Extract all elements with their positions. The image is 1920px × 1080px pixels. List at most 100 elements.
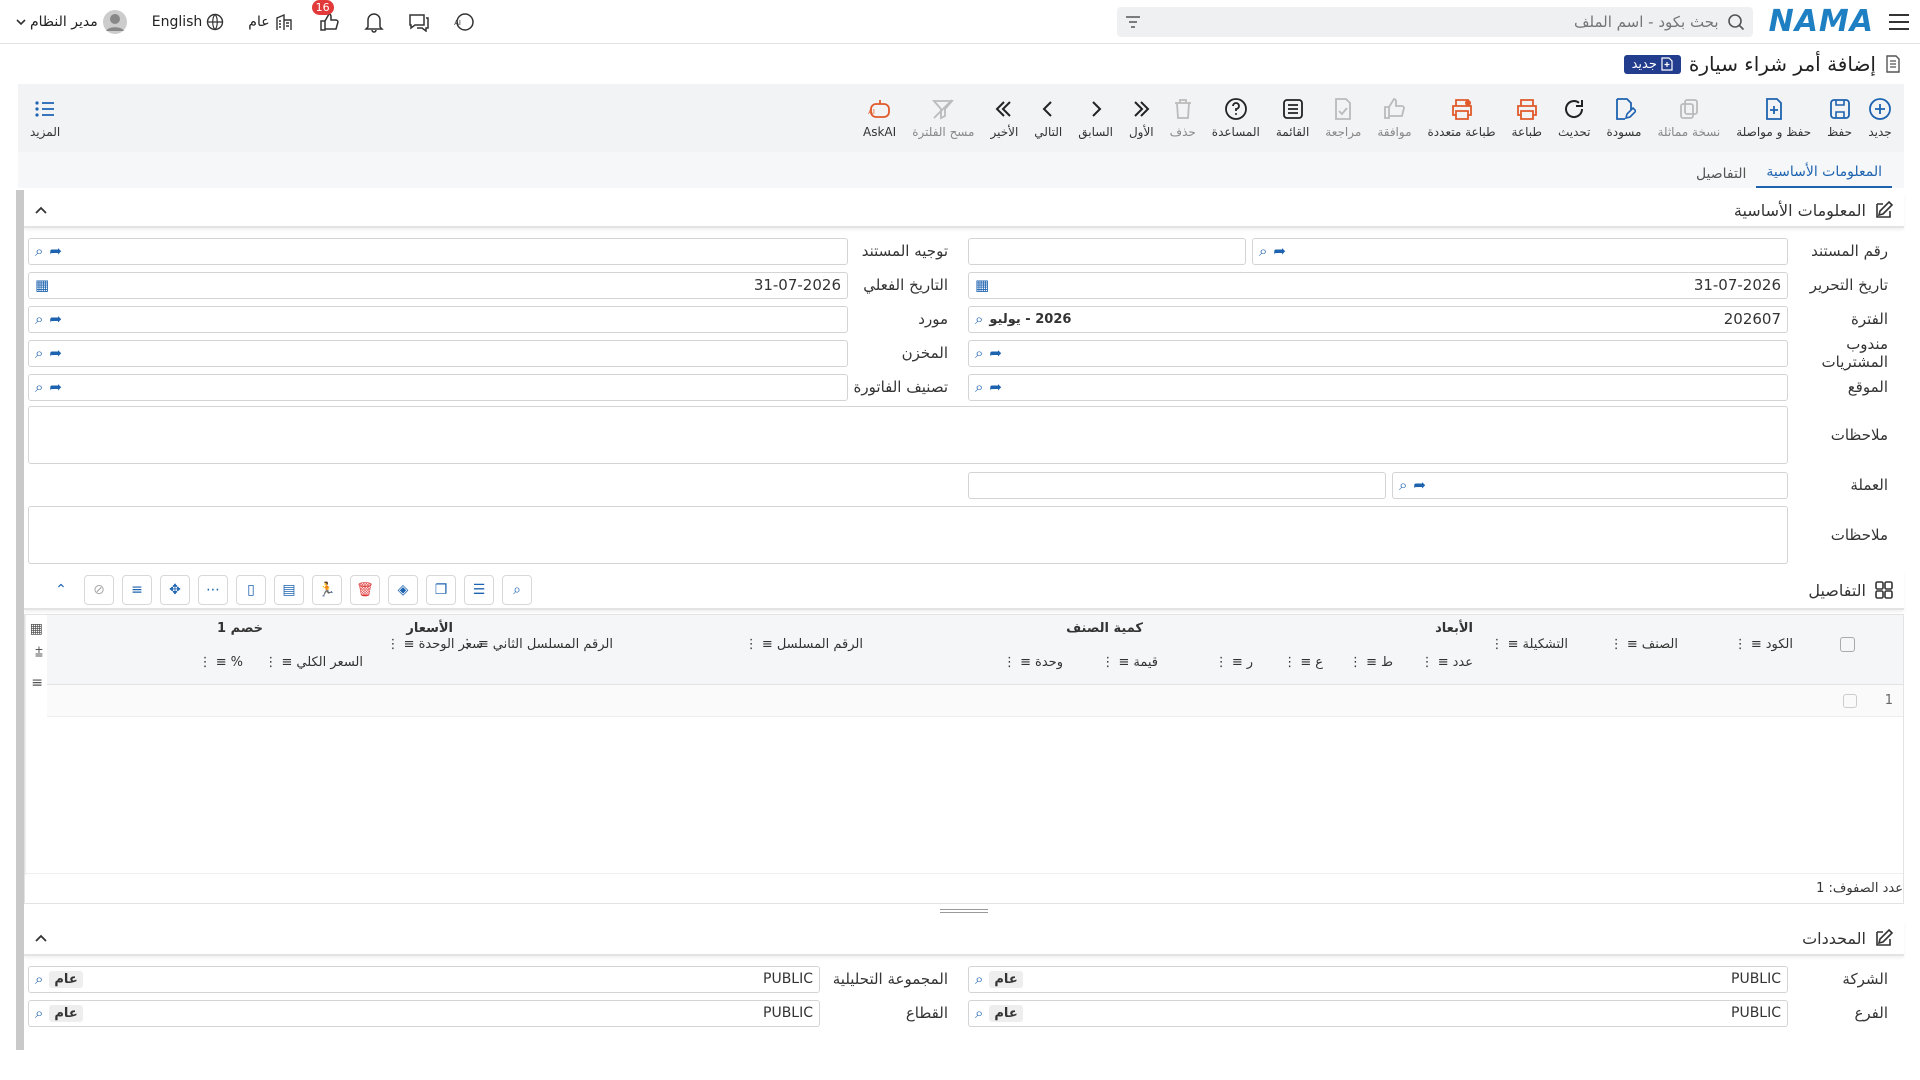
table-row[interactable]: 1: [47, 685, 1903, 717]
col-pct[interactable]: % ≡ ⋮: [199, 655, 243, 670]
supplier-field[interactable]: ➦ ⌕: [28, 305, 848, 333]
share-icon[interactable]: ➦: [1273, 242, 1286, 260]
col-serial[interactable]: الرقم المسلسل ≡ ⋮: [745, 637, 863, 652]
next-button[interactable]: التالي: [1026, 84, 1070, 152]
delete-row-icon[interactable]: 🗑: [350, 575, 380, 605]
share-icon[interactable]: ➦: [49, 310, 62, 328]
refresh-button[interactable]: تحديث: [1550, 84, 1599, 152]
ai-icon[interactable]: AI: [454, 11, 476, 33]
last-button[interactable]: الأخير: [982, 84, 1026, 152]
lookup-icon[interactable]: ⌕: [35, 344, 43, 362]
lookup-icon[interactable]: ⌕: [35, 242, 43, 260]
lookup-icon[interactable]: ⌕: [975, 344, 983, 362]
col-item[interactable]: الصنف ≡ ⋮: [1610, 637, 1678, 652]
lookup-icon[interactable]: ⌕: [975, 970, 983, 988]
language-selector[interactable]: English: [152, 13, 225, 31]
search-rows-icon[interactable]: ⌕: [502, 575, 532, 605]
search-icon[interactable]: [1727, 13, 1745, 31]
row-checkbox[interactable]: [1843, 694, 1857, 708]
tab-basic-info[interactable]: المعلومات الأساسية: [1756, 158, 1892, 188]
sector-field[interactable]: PUBLIC عام ⌕: [28, 999, 820, 1027]
move-icon[interactable]: ✥: [160, 575, 190, 605]
currency-field[interactable]: ➦ ⌕: [1392, 471, 1788, 499]
lookup-icon[interactable]: ⌕: [1259, 242, 1267, 260]
actual-date-field[interactable]: 31-07-2026 ▦: [28, 271, 848, 299]
edit-date-field[interactable]: 31-07-2026 ▦: [968, 271, 1788, 299]
search-input[interactable]: [1148, 12, 1719, 31]
columns-icon[interactable]: ▯: [236, 575, 266, 605]
duplicate-button[interactable]: نسخة مماثلة: [1649, 84, 1728, 152]
doc-no-field[interactable]: ➦ ⌕: [1252, 237, 1788, 265]
grid-menu-icon[interactable]: ≡: [26, 663, 47, 703]
branch-field[interactable]: PUBLIC عام ⌕: [968, 999, 1788, 1027]
table-icon[interactable]: ▤: [274, 575, 304, 605]
doc-direction-field[interactable]: ➦ ⌕: [28, 237, 848, 265]
askai-button[interactable]: AI AskAI: [855, 84, 904, 152]
grid-settings-icon[interactable]: ▦: [26, 615, 47, 643]
more-button[interactable]: المزيد: [22, 84, 68, 152]
share-icon[interactable]: ➦: [989, 344, 1002, 362]
approvals-icon[interactable]: 16: [311, 0, 340, 32]
list-button[interactable]: القائمة: [1268, 84, 1317, 152]
draft-button[interactable]: مسودة: [1598, 84, 1649, 152]
delete-button[interactable]: حذف: [1162, 84, 1204, 152]
chat-icon[interactable]: [408, 12, 430, 32]
notes-textarea[interactable]: [28, 406, 1788, 464]
share-icon[interactable]: ➦: [1413, 476, 1426, 494]
lookup-icon[interactable]: ⌕: [35, 1004, 43, 1022]
calendar-icon[interactable]: ▦: [35, 276, 49, 294]
currency-extra-field[interactable]: [968, 471, 1386, 499]
lookup-icon[interactable]: ⌕: [975, 1004, 983, 1022]
layers-icon[interactable]: ◈: [388, 575, 418, 605]
dots-icon[interactable]: ⋯: [198, 575, 228, 605]
left-scrollbar[interactable]: [16, 190, 24, 1050]
col-width[interactable]: ع ≡ ⋮: [1283, 655, 1323, 670]
share-icon[interactable]: ➦: [989, 378, 1002, 396]
add-row-icon[interactable]: ☰: [464, 575, 494, 605]
notes2-textarea[interactable]: [28, 506, 1788, 564]
col-unit-price[interactable]: سعر الوحدة ≡ ⋮: [387, 637, 483, 652]
company-field[interactable]: PUBLIC عام ⌕: [968, 965, 1788, 993]
bell-icon[interactable]: [363, 11, 384, 33]
collapse-icon[interactable]: [34, 205, 48, 215]
col-config[interactable]: التشكيلة ≡ ⋮: [1491, 637, 1569, 652]
menu-icon[interactable]: [1888, 13, 1910, 31]
analytic-field[interactable]: PUBLIC عام ⌕: [28, 965, 820, 993]
lookup-icon[interactable]: ⌕: [975, 378, 983, 396]
approve-button[interactable]: موافقة: [1369, 84, 1419, 152]
first-button[interactable]: الأول: [1121, 84, 1162, 152]
lookup-icon[interactable]: ⌕: [35, 970, 43, 988]
col-value[interactable]: قيمة ≡ ⋮: [1101, 655, 1158, 670]
doc-no-extra-field[interactable]: [968, 237, 1246, 265]
share-icon[interactable]: ➦: [49, 344, 62, 362]
previous-button[interactable]: السابق: [1070, 84, 1121, 152]
lookup-icon[interactable]: ⌕: [35, 378, 43, 396]
select-all-checkbox[interactable]: [1840, 623, 1855, 652]
user-menu[interactable]: مدير النظام: [16, 9, 128, 35]
resize-handle[interactable]: [24, 904, 1904, 918]
col-code[interactable]: الكود ≡ ⋮: [1734, 637, 1793, 652]
print-button[interactable]: طباعة: [1504, 84, 1550, 152]
run-icon[interactable]: 🏃: [312, 575, 342, 605]
share-icon[interactable]: ➦: [49, 242, 62, 260]
grid-filter-icon[interactable]: ⩲: [26, 643, 47, 663]
clear-filter-button[interactable]: مسح الفلترة: [904, 84, 982, 152]
filter-icon[interactable]: ≡: [122, 575, 152, 605]
collapse-icon[interactable]: ⌃: [46, 575, 76, 605]
clear-filter-icon[interactable]: ⊘: [84, 575, 114, 605]
general-selector[interactable]: عام: [248, 12, 293, 32]
calendar-icon[interactable]: ▦: [975, 276, 989, 294]
new-button[interactable]: جديد: [1860, 84, 1900, 152]
multi-print-button[interactable]: طباعة متعددة: [1420, 84, 1504, 152]
copy-row-icon[interactable]: ❐: [426, 575, 456, 605]
save-button[interactable]: حفظ: [1819, 84, 1860, 152]
logo[interactable]: NAMA: [1769, 4, 1874, 39]
col-serial2[interactable]: الرقم المسلسل الثاني ≡ ⋮: [461, 637, 613, 652]
warehouse-field[interactable]: ➦ ⌕: [28, 339, 848, 367]
lookup-icon[interactable]: ⌕: [35, 310, 43, 328]
filter-icon[interactable]: [1125, 15, 1141, 29]
collapse-icon[interactable]: [34, 933, 48, 943]
share-icon[interactable]: ➦: [49, 378, 62, 396]
review-button[interactable]: مراجعة: [1317, 84, 1369, 152]
invoice-class-field[interactable]: ➦ ⌕: [28, 373, 848, 401]
